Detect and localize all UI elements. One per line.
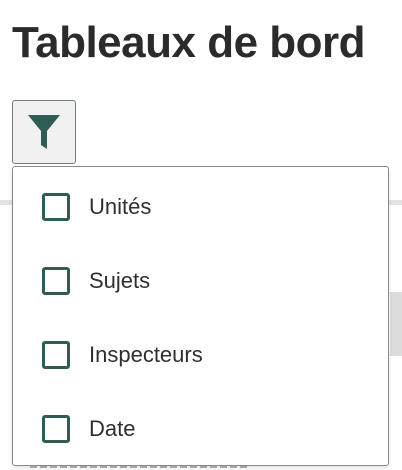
funnel-icon bbox=[27, 113, 61, 151]
filter-option-sujets[interactable]: Sujets bbox=[13, 259, 388, 303]
page-title: Tableaux de bord bbox=[12, 18, 366, 67]
filter-button[interactable] bbox=[12, 100, 76, 164]
filter-option-date[interactable]: Date bbox=[13, 407, 388, 451]
filter-option-inspecteurs[interactable]: Inspecteurs bbox=[13, 333, 388, 377]
filter-option-label: Sujets bbox=[89, 268, 151, 293]
background-panel-edge bbox=[390, 292, 402, 356]
checkbox[interactable] bbox=[42, 415, 70, 443]
filter-option-label: Date bbox=[89, 416, 136, 441]
dashboard-page: Tableaux de bord Unités Sujets Inspecteu… bbox=[0, 0, 402, 470]
filter-option-label: Inspecteurs bbox=[89, 342, 203, 367]
filter-option-label: Unités bbox=[89, 194, 152, 219]
checkbox[interactable] bbox=[42, 341, 70, 369]
checkbox[interactable] bbox=[42, 267, 70, 295]
checkbox[interactable] bbox=[42, 193, 70, 221]
filter-dropdown: Unités Sujets Inspecteurs Date bbox=[12, 166, 389, 466]
filter-option-unites[interactable]: Unités bbox=[13, 185, 388, 229]
